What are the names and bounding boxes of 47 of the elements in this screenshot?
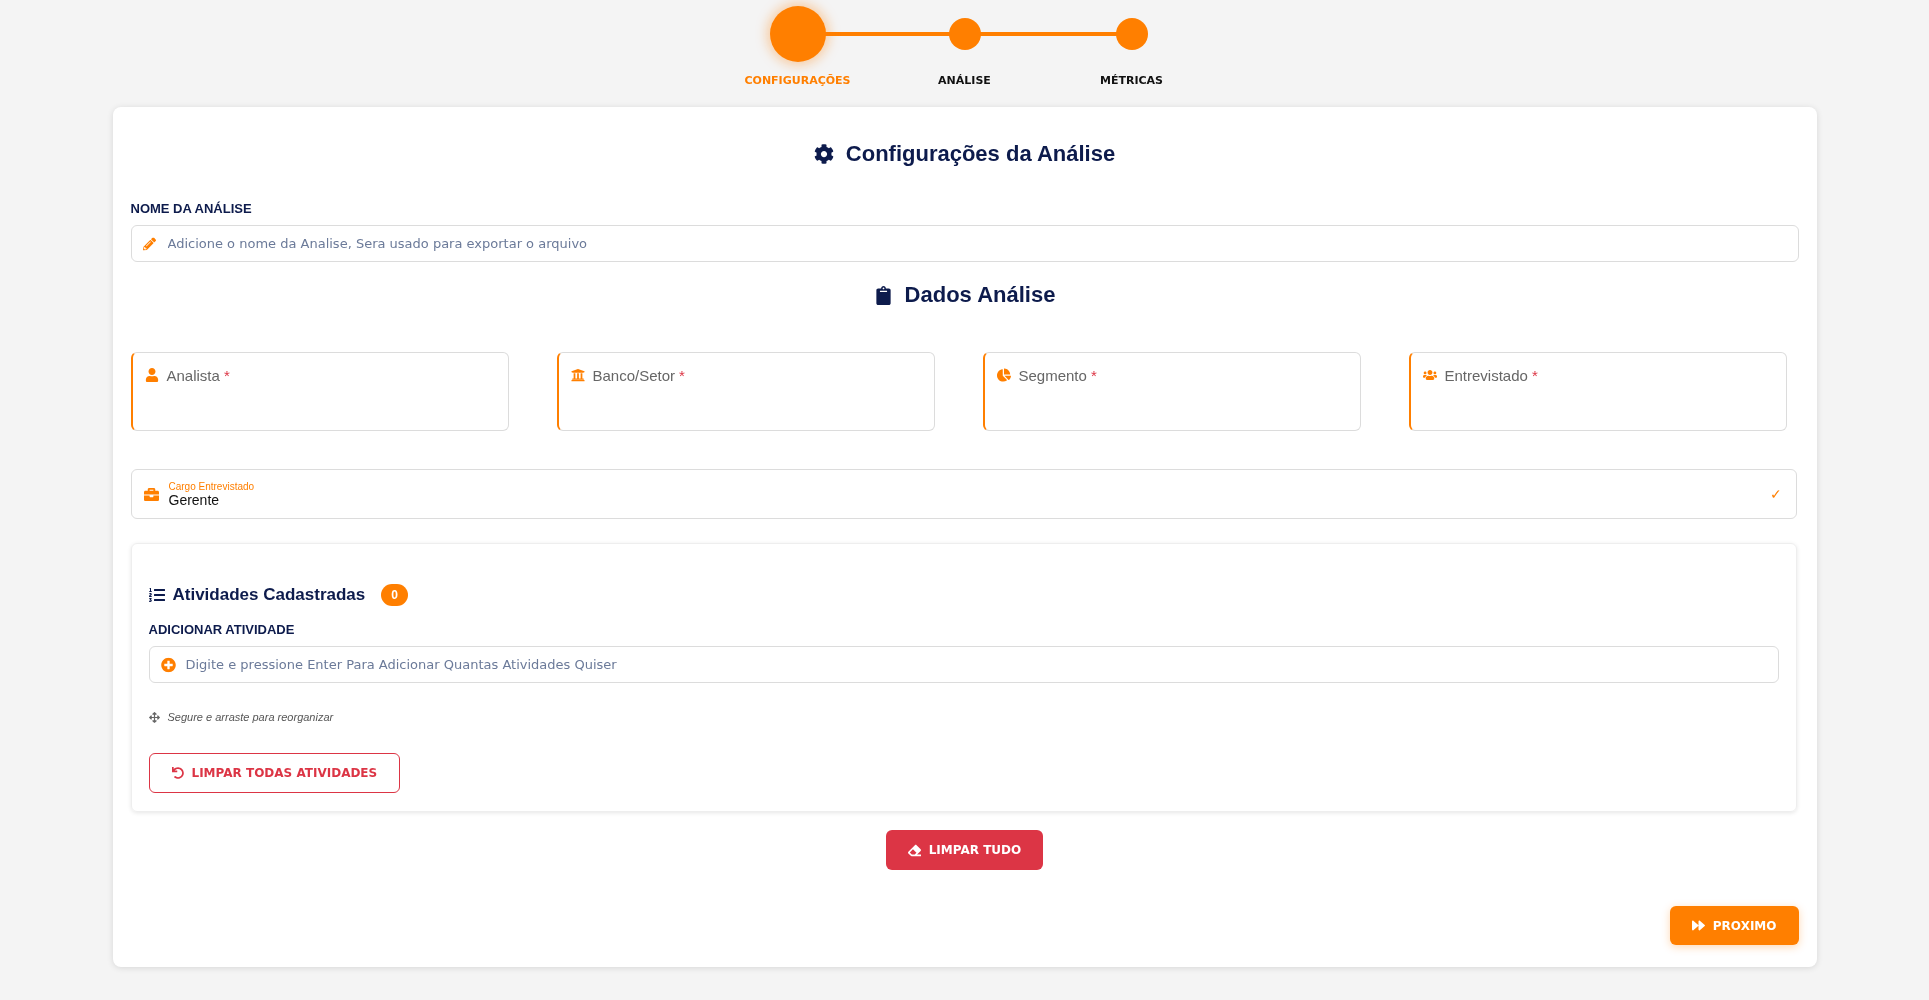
- field-icon: [996, 368, 1011, 382]
- field-label: Segmento: [1018, 367, 1087, 384]
- name-field[interactable]: Adicione o nome da Analise, Sera usado para exportar o arquivo: [130, 225, 1799, 262]
- field-label: Analista: [166, 367, 220, 384]
- field-value: Gerente: [168, 491, 221, 508]
- field-label: NOME DA ANÁLISE: [130, 201, 252, 216]
- pencil-icon: [142, 237, 156, 250]
- select-field[interactable]: Cargo Entrevistado Gerente ✓: [130, 469, 1797, 519]
- field-label: Entrevistado: [1444, 367, 1528, 384]
- add-icon: [160, 657, 176, 672]
- field-icon: [144, 368, 159, 382]
- required-asterisk: *: [1531, 367, 1538, 384]
- required-asterisk: *: [679, 367, 685, 384]
- section-title: Configurações da Análise: [845, 141, 1116, 167]
- settings-icon: [813, 144, 834, 164]
- clear-all-button[interactable]: LIMPAR TUDO: [885, 830, 1044, 870]
- step-label: ANÁLISE: [938, 74, 991, 87]
- forward-icon: [1691, 919, 1705, 932]
- text-field[interactable]: Banco/Setor *: [556, 352, 935, 431]
- section-title: Dados Análise: [904, 282, 1056, 308]
- step-label: CONFIGURAÇÕES: [744, 74, 851, 87]
- check-icon: ✓: [1769, 486, 1782, 502]
- move-icon: [148, 711, 160, 723]
- briefcase-icon: [143, 486, 159, 502]
- field-label: ADICIONAR ATIVIDADE: [148, 622, 295, 637]
- eraser-icon: [907, 843, 921, 857]
- field-icon: [1422, 368, 1437, 382]
- step-circle[interactable]: [948, 18, 981, 50]
- field-label: Banco/Setor: [592, 367, 676, 384]
- floating-label: Cargo Entrevistado: [168, 480, 256, 492]
- required-asterisk: *: [223, 367, 230, 384]
- step-circle[interactable]: [1115, 18, 1148, 50]
- undo-icon: [171, 767, 184, 779]
- panel-title: Atividades Cadastradas: [172, 585, 366, 605]
- hint-text: Segure e arraste para reorganizar: [167, 711, 334, 723]
- clear-activities-button[interactable]: LIMPAR TODAS ATIVIDADES: [148, 753, 401, 793]
- list-icon: [148, 587, 165, 603]
- text-field[interactable]: Analista *: [130, 352, 509, 431]
- required-asterisk: *: [1090, 367, 1097, 384]
- step-label: MÉTRICAS: [1099, 74, 1163, 87]
- clipboard-icon: [873, 285, 893, 305]
- count-badge: 0: [381, 584, 408, 606]
- field-icon: [570, 368, 585, 382]
- step-circle[interactable]: [769, 6, 826, 62]
- text-field[interactable]: Segmento *: [982, 352, 1361, 431]
- activity-field[interactable]: Digite e pressione Enter Para Adicionar Quantas Atividades Quiser: [148, 646, 1779, 683]
- text-field[interactable]: Entrevistado *: [1408, 352, 1787, 431]
